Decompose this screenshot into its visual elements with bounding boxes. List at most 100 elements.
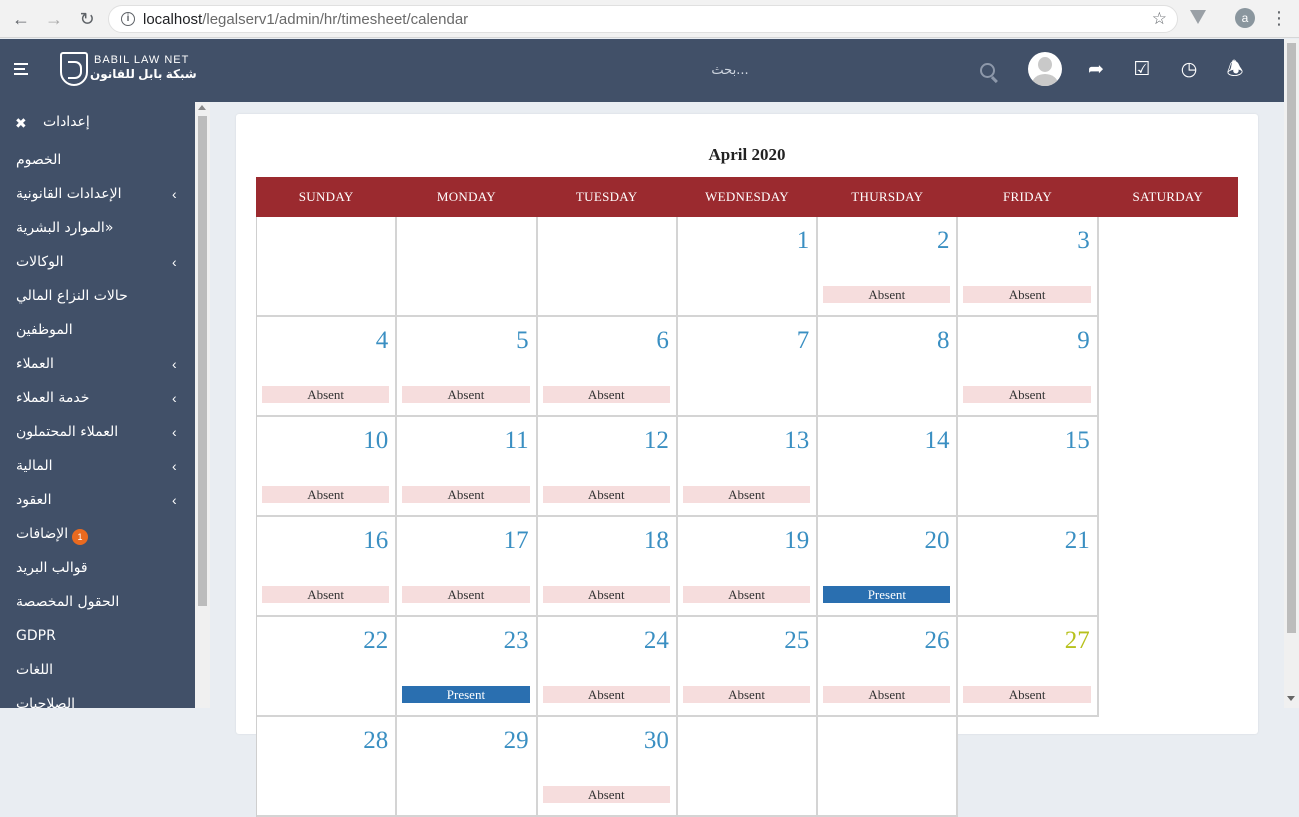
page-scroll-thumb[interactable]	[1287, 43, 1296, 633]
close-icon[interactable]: ✖	[15, 115, 27, 132]
day-cell[interactable]: 15	[958, 417, 1099, 517]
day-cell[interactable]: 9 Absent	[958, 317, 1099, 417]
sidebar-item[interactable]: GDPR	[0, 621, 195, 655]
attendance-status[interactable]: Absent	[823, 286, 951, 303]
day-number[interactable]: 5	[516, 327, 529, 355]
day-cell[interactable]: 22	[257, 617, 398, 717]
chevron-left-icon[interactable]: ‹	[172, 390, 177, 406]
day-number[interactable]: 8	[937, 327, 950, 355]
attendance-status[interactable]: Absent	[542, 486, 670, 503]
sidebar-item[interactable]: الموظفين	[0, 315, 195, 349]
sidebar-scroll-thumb[interactable]	[198, 116, 207, 606]
day-number[interactable]: 6	[656, 327, 669, 355]
day-cell[interactable]: 28	[257, 717, 398, 817]
extension-icon[interactable]	[1190, 10, 1206, 24]
sidebar-item[interactable]: المالية ‹	[0, 451, 195, 485]
day-number[interactable]: 19	[784, 527, 809, 555]
sidebar-scrollbar[interactable]	[195, 102, 210, 708]
chevron-left-icon[interactable]: ‹	[172, 492, 177, 508]
logo[interactable]: BABIL LAW NET شبكة بابل للقانون	[60, 52, 197, 88]
day-cell[interactable]: 18 Absent	[537, 517, 678, 617]
forward-arrow-icon[interactable]: →	[44, 9, 64, 29]
day-number[interactable]: 26	[924, 627, 949, 655]
user-avatar[interactable]	[1028, 52, 1062, 86]
day-cell[interactable]: 12 Absent	[537, 417, 678, 517]
day-number[interactable]: 21	[1065, 527, 1090, 555]
bell-icon[interactable]: 🕭	[1224, 59, 1246, 81]
back-arrow-icon[interactable]: ←	[11, 9, 31, 29]
sidebar-item[interactable]: الصلاحيات	[0, 689, 195, 708]
day-cell[interactable]: 1	[677, 217, 819, 317]
day-number[interactable]: 4	[376, 327, 389, 355]
day-number[interactable]: 15	[1065, 427, 1090, 455]
attendance-status[interactable]: Absent	[262, 386, 390, 403]
attendance-status[interactable]: Absent	[823, 686, 951, 703]
attendance-status[interactable]: Absent	[542, 686, 670, 703]
day-cell[interactable]: 2 Absent	[818, 217, 959, 317]
day-number[interactable]: 10	[363, 427, 388, 455]
sidebar-item[interactable]: الموارد البشرية»	[0, 213, 195, 247]
attendance-status[interactable]: Present	[823, 586, 951, 603]
day-cell[interactable]: 8	[818, 317, 959, 417]
day-number[interactable]: 27	[1065, 627, 1090, 655]
address-bar[interactable]: i localhost/legalserv1/admin/hr/timeshee…	[108, 5, 1178, 33]
day-number[interactable]: 16	[363, 527, 388, 555]
day-cell[interactable]: 30 Absent	[537, 717, 678, 817]
day-cell[interactable]: 20 Present	[818, 517, 959, 617]
day-cell[interactable]: 10 Absent	[257, 417, 398, 517]
day-number[interactable]: 11	[505, 427, 529, 455]
bookmark-star-icon[interactable]: ☆	[1152, 9, 1167, 29]
day-cell[interactable]: 13 Absent	[677, 417, 819, 517]
day-cell[interactable]: 27 Absent	[958, 617, 1099, 717]
sidebar-item[interactable]: العقود ‹	[0, 485, 195, 519]
chevron-left-icon[interactable]: ‹	[172, 424, 177, 440]
chevron-left-icon[interactable]: ‹	[172, 356, 177, 372]
attendance-status[interactable]: Absent	[682, 486, 811, 503]
scroll-down-arrow-icon[interactable]	[1287, 696, 1295, 701]
day-cell[interactable]: 26 Absent	[818, 617, 959, 717]
attendance-status[interactable]: Absent	[682, 586, 811, 603]
day-cell[interactable]: 29	[397, 717, 538, 817]
todo-checkbox-icon[interactable]: ☑	[1131, 59, 1153, 81]
attendance-status[interactable]: Absent	[682, 686, 811, 703]
day-number[interactable]: 9	[1077, 327, 1090, 355]
sidebar-item[interactable]: خدمة العملاء ‹	[0, 383, 195, 417]
attendance-status[interactable]: Absent	[542, 786, 670, 803]
day-cell[interactable]: 14	[818, 417, 959, 517]
day-number[interactable]: 24	[644, 627, 669, 655]
search-icon[interactable]	[980, 63, 995, 78]
chevron-left-icon[interactable]: ‹	[172, 254, 177, 270]
sidebar-item[interactable]: اللغات	[0, 655, 195, 689]
attendance-status[interactable]: Absent	[963, 286, 1091, 303]
day-cell[interactable]: 4 Absent	[257, 317, 398, 417]
clock-icon[interactable]: ◷	[1178, 59, 1200, 81]
day-number[interactable]: 20	[924, 527, 949, 555]
sidebar-item[interactable]: الوكالات ‹	[0, 247, 195, 281]
sidebar-item[interactable]: العملاء ‹	[0, 349, 195, 383]
sidebar-item[interactable]: الإضافات 1	[0, 519, 195, 553]
attendance-status[interactable]: Absent	[963, 686, 1091, 703]
day-cell[interactable]: 17 Absent	[397, 517, 538, 617]
url-text[interactable]: localhost/legalserv1/admin/hr/timesheet/…	[143, 11, 468, 28]
search-input[interactable]	[520, 56, 940, 84]
day-number[interactable]: 28	[363, 727, 388, 755]
attendance-status[interactable]: Absent	[402, 386, 530, 403]
day-number[interactable]: 14	[924, 427, 949, 455]
sidebar-item[interactable]: الحقول المخصصة	[0, 587, 195, 621]
day-number[interactable]: 30	[644, 727, 669, 755]
day-number[interactable]: 23	[504, 627, 529, 655]
day-cell[interactable]: 5 Absent	[397, 317, 538, 417]
attendance-status[interactable]: Absent	[963, 386, 1091, 403]
day-cell[interactable]: 24 Absent	[537, 617, 678, 717]
sidebar-item[interactable]: الخصوم	[0, 145, 195, 179]
day-number[interactable]: 2	[937, 227, 950, 255]
day-cell[interactable]: 23 Present	[397, 617, 538, 717]
day-number[interactable]: 7	[797, 327, 810, 355]
sidebar-item[interactable]: قوالب البريد	[0, 553, 195, 587]
scroll-up-arrow-icon[interactable]	[198, 105, 206, 110]
day-cell[interactable]: 11 Absent	[397, 417, 538, 517]
attendance-status[interactable]: Absent	[402, 486, 530, 503]
day-number[interactable]: 13	[784, 427, 809, 455]
day-number[interactable]: 12	[644, 427, 669, 455]
attendance-status[interactable]: Absent	[542, 386, 670, 403]
